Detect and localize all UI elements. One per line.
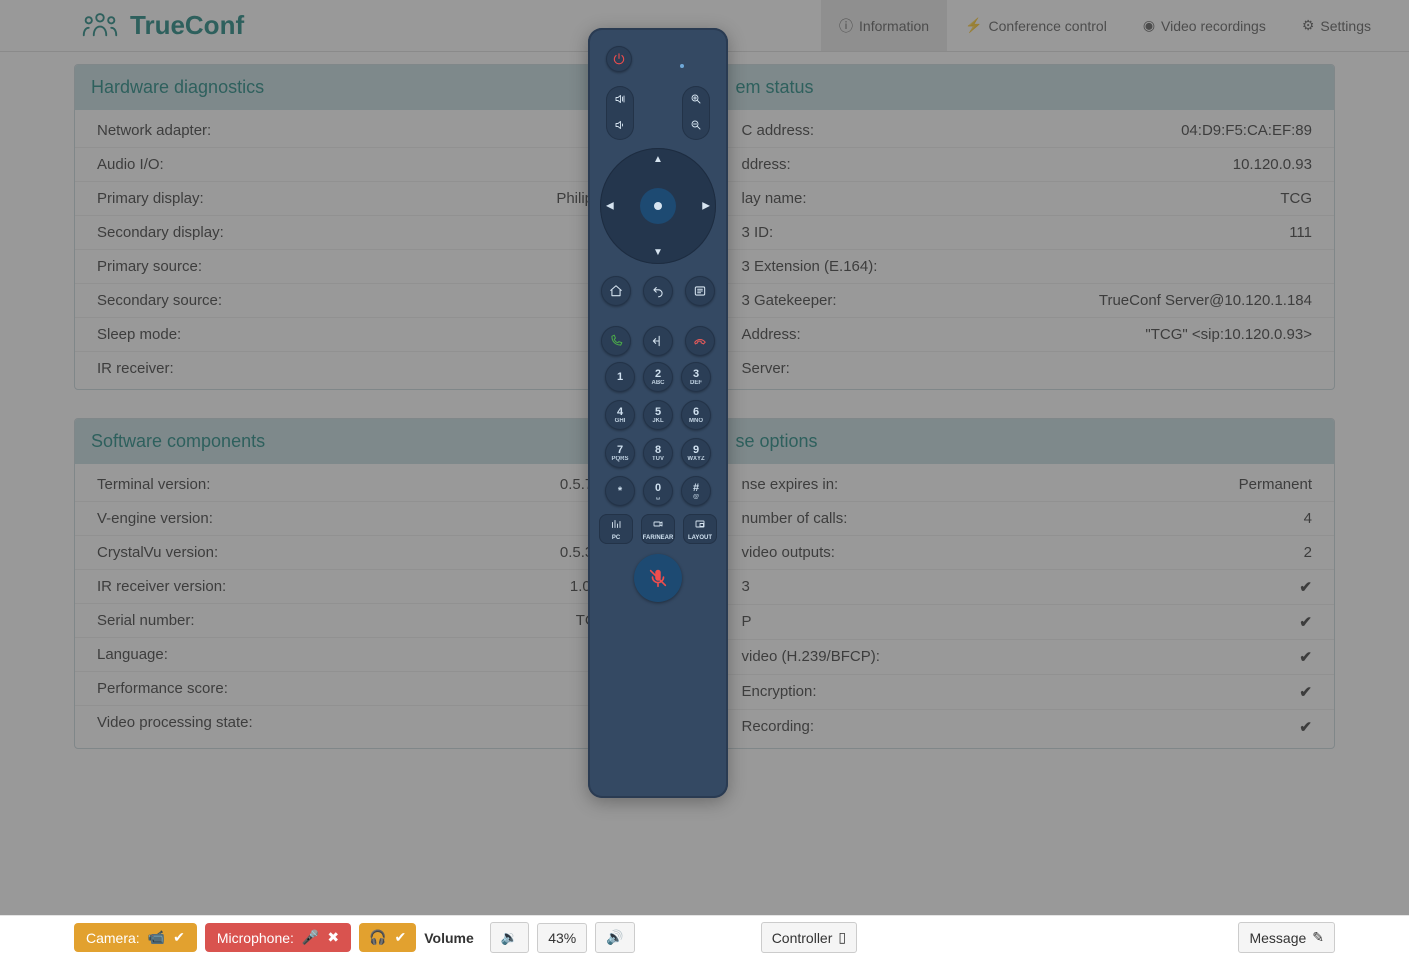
remote-key-7[interactable]: 7PQRS (605, 438, 635, 468)
remote-dpad-down[interactable]: ▼ (653, 247, 663, 258)
bottombar: Camera: 📹 ✔ Microphone: 🎤 ✖ 🎧 ✔ Volume 🔉… (0, 915, 1409, 959)
remote-home-button[interactable] (601, 276, 631, 306)
check-icon: ✔ (395, 929, 407, 946)
remote-key-4[interactable]: 4GHI (605, 400, 635, 430)
volume-up-icon (614, 92, 626, 108)
remote-dpad-up[interactable]: ▲ (653, 154, 663, 165)
remote-key-6[interactable]: 6MNO (681, 400, 711, 430)
pencil-icon: ✎ (1312, 929, 1324, 946)
remote-power-button[interactable] (606, 46, 632, 72)
remote-hangup-button[interactable] (685, 326, 715, 356)
remote-keypad: 1 2ABC 3DEF 4GHI 5JKL 6MNO 7PQRS 8TUV 9W… (605, 362, 711, 506)
remote-key-8[interactable]: 8TUV (643, 438, 673, 468)
remote-icon: ▯ (838, 929, 846, 946)
remote-dpad-ok[interactable] (640, 188, 676, 224)
close-icon: ✖ (327, 929, 339, 946)
camera-status-button[interactable]: Camera: 📹 ✔ (74, 923, 197, 952)
remote-key-5[interactable]: 5JKL (643, 400, 673, 430)
microphone-status-button[interactable]: Microphone: 🎤 ✖ (205, 923, 351, 952)
volume-down-button[interactable]: 🔉 (490, 922, 529, 953)
remote-key-3[interactable]: 3DEF (681, 362, 711, 392)
check-icon: ✔ (173, 929, 185, 946)
message-button[interactable]: Message ✎ (1238, 922, 1335, 953)
remote-back-button[interactable] (643, 276, 673, 306)
controller-button[interactable]: Controller ▯ (761, 922, 857, 953)
remote-dpad: ▲ ▼ ◀ ▶ (600, 148, 716, 264)
remote-control: ▲ ▼ ◀ ▶ 1 2ABC 3DEF 4GHI 5JKL 6MNO 7PQRS… (588, 28, 728, 798)
zoom-in-icon (690, 92, 702, 108)
label: Controller (772, 930, 833, 946)
layout-icon (694, 517, 706, 533)
headset-icon: 🎧 (369, 929, 386, 946)
remote-key-2[interactable]: 2ABC (643, 362, 673, 392)
remote-key-1[interactable]: 1 (605, 362, 635, 392)
remote-menu-button[interactable] (685, 276, 715, 306)
volume-readout: 43% (537, 923, 587, 953)
volume-label: Volume (424, 930, 474, 946)
volume-up-button[interactable]: 🔊 (595, 922, 634, 953)
remote-layout-button[interactable]: LAYOUT (683, 514, 717, 544)
label: Message (1249, 930, 1306, 946)
zoom-out-icon (690, 118, 702, 134)
remote-call-button[interactable] (601, 326, 631, 356)
mic-icon: 🎤 (302, 929, 319, 946)
label: Camera: (86, 930, 140, 946)
remote-dpad-left[interactable]: ◀ (606, 201, 614, 212)
remote-mute-button[interactable] (634, 554, 682, 602)
camera-control-icon (652, 517, 664, 533)
remote-dpad-right[interactable]: ▶ (702, 201, 710, 212)
volume-down-icon (614, 118, 626, 134)
camera-icon: 📹 (148, 929, 165, 946)
remote-led-indicator (680, 64, 684, 68)
remote-zoom-rocker[interactable] (682, 86, 710, 140)
label: Microphone: (217, 930, 294, 946)
remote-pc-button[interactable]: PC (599, 514, 633, 544)
remote-key-0[interactable]: 0␣ (643, 476, 673, 506)
volume-down-icon: 🔉 (501, 929, 518, 946)
bar-chart-icon (610, 517, 622, 533)
remote-login-button[interactable] (643, 326, 673, 356)
remote-volume-rocker[interactable] (606, 86, 634, 140)
remote-key-9[interactable]: 9WXYZ (681, 438, 711, 468)
volume-up-icon: 🔊 (606, 929, 623, 946)
remote-key-hash[interactable]: #@ (681, 476, 711, 506)
remote-farnear-button[interactable]: FAR/NEAR (641, 514, 675, 544)
remote-key-star[interactable]: * (605, 476, 635, 506)
headset-status-button[interactable]: 🎧 ✔ (359, 923, 416, 952)
